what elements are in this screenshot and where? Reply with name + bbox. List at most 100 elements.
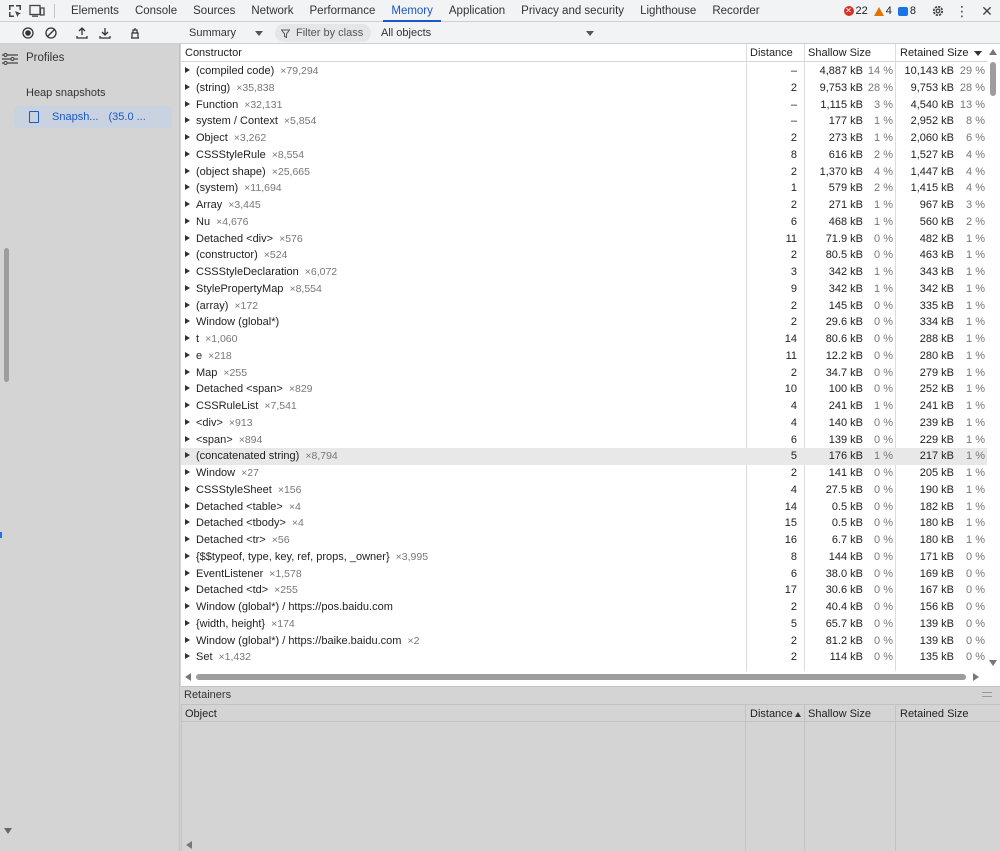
table-row[interactable]: CSSStyleDeclaration ×6,072 3 342 kB 1 % 343 k… bbox=[181, 264, 987, 281]
device-toolbar-icon[interactable] bbox=[26, 0, 48, 22]
table-row[interactable]: Array ×3,445 2 271 kB 1 % 967 kB 3 % bbox=[181, 197, 987, 214]
expand-arrow-icon[interactable] bbox=[185, 251, 190, 258]
column-shallow-size[interactable]: Shallow Size bbox=[804, 44, 871, 62]
column-distance[interactable]: Distance bbox=[746, 44, 793, 62]
tab-recorder[interactable]: Recorder bbox=[704, 0, 767, 22]
tab-network[interactable]: Network bbox=[243, 0, 301, 22]
expand-arrow-icon[interactable] bbox=[185, 134, 190, 141]
scrollbar-thumb[interactable] bbox=[196, 674, 966, 680]
expand-arrow-icon[interactable] bbox=[185, 418, 190, 425]
table-row[interactable]: {width, height} ×174 5 65.7 kB 0 % 139 kB 0 % bbox=[181, 616, 987, 633]
table-row[interactable]: (constructor) ×524 2 80.5 kB 0 % 463 kB 1 % bbox=[181, 247, 987, 264]
table-row[interactable]: Detached <div> ×576 11 71.9 kB 0 % 482 kB 1 % bbox=[181, 231, 987, 248]
expand-arrow-icon[interactable] bbox=[185, 603, 190, 610]
expand-arrow-icon[interactable] bbox=[185, 569, 190, 576]
expand-arrow-icon[interactable] bbox=[185, 100, 190, 107]
expand-arrow-icon[interactable] bbox=[185, 619, 190, 626]
column-distance[interactable]: Distance bbox=[746, 705, 801, 723]
expand-arrow-icon[interactable] bbox=[185, 167, 190, 174]
expand-arrow-icon[interactable] bbox=[185, 385, 190, 392]
expand-arrow-icon[interactable] bbox=[185, 536, 190, 543]
more-options-icon[interactable]: ⋮ bbox=[951, 0, 973, 22]
expand-arrow-icon[interactable] bbox=[185, 452, 190, 459]
table-row[interactable]: t ×1,060 14 80.6 kB 0 % 288 kB 1 % bbox=[181, 331, 987, 348]
table-row[interactable]: system / Context ×5,854 – 177 kB 1 % 2,952 kB… bbox=[181, 113, 987, 130]
table-row[interactable]: Detached <span> ×829 10 100 kB 0 % 252 kB 1 % bbox=[181, 381, 987, 398]
column-retained-size[interactable]: Retained Size bbox=[896, 44, 969, 62]
expand-arrow-icon[interactable] bbox=[185, 117, 190, 124]
expand-arrow-icon[interactable] bbox=[185, 201, 190, 208]
expand-arrow-icon[interactable] bbox=[185, 234, 190, 241]
table-row[interactable]: Window (global*) / https://pos.baidu.com… bbox=[181, 599, 987, 616]
tab-privacy-and-security[interactable]: Privacy and security bbox=[513, 0, 632, 22]
expand-arrow-icon[interactable] bbox=[185, 284, 190, 291]
expand-arrow-icon[interactable] bbox=[185, 184, 190, 191]
collect-garbage-icon[interactable] bbox=[124, 22, 146, 44]
table-row[interactable]: Window (global*) 2 29.6 kB 0 % 334 kB 1 % bbox=[181, 314, 987, 331]
table-vertical-scrollbar[interactable] bbox=[987, 44, 1000, 686]
scroll-left-icon[interactable] bbox=[186, 841, 192, 849]
table-row[interactable]: Detached <tr> ×56 16 6.7 kB 0 % 180 kB 1 % bbox=[181, 532, 987, 549]
issues-counter[interactable]: ✕ 22 4 8 bbox=[843, 0, 916, 22]
table-row[interactable]: Window ×27 2 141 kB 0 % 205 kB 1 % bbox=[181, 465, 987, 482]
tab-lighthouse[interactable]: Lighthouse bbox=[632, 0, 704, 22]
table-row[interactable]: CSSStyleRule ×8,554 8 616 kB 2 % 1,527 kB 4 % bbox=[181, 147, 987, 164]
resize-grip-icon[interactable] bbox=[982, 692, 992, 697]
close-devtools-icon[interactable]: ✕ bbox=[976, 0, 998, 22]
scroll-right-icon[interactable] bbox=[973, 673, 979, 681]
table-row[interactable]: CSSStyleSheet ×156 4 27.5 kB 0 % 190 kB 1 % bbox=[181, 482, 987, 499]
view-select[interactable]: Summary bbox=[183, 22, 269, 44]
load-profile-icon[interactable] bbox=[71, 22, 93, 44]
table-row[interactable]: <span> ×894 6 139 kB 0 % 229 kB 1 % bbox=[181, 432, 987, 449]
table-row[interactable]: e ×218 11 12.2 kB 0 % 280 kB 1 % bbox=[181, 348, 987, 365]
scroll-left-icon[interactable] bbox=[185, 673, 191, 681]
scroll-down-icon[interactable] bbox=[989, 660, 997, 666]
expand-arrow-icon[interactable] bbox=[185, 335, 190, 342]
table-row[interactable]: (object shape) ×25,665 2 1,370 kB 4 % 1,447 k… bbox=[181, 164, 987, 181]
table-row[interactable]: (system) ×11,694 1 579 kB 2 % 1,415 kB 4 % bbox=[181, 180, 987, 197]
expand-arrow-icon[interactable] bbox=[185, 83, 190, 90]
expand-arrow-icon[interactable] bbox=[185, 150, 190, 157]
table-row[interactable]: (array) ×172 2 145 kB 0 % 335 kB 1 % bbox=[181, 298, 987, 315]
scroll-down-icon[interactable] bbox=[4, 828, 12, 834]
table-row[interactable]: Object ×3,262 2 273 kB 1 % 2,060 kB 6 % bbox=[181, 130, 987, 147]
sidebar-scrollbar[interactable] bbox=[4, 248, 9, 382]
clear-icon[interactable] bbox=[40, 22, 62, 44]
tab-sources[interactable]: Sources bbox=[185, 0, 243, 22]
table-row[interactable]: Detached <table> ×4 14 0.5 kB 0 % 182 kB 1 % bbox=[181, 499, 987, 516]
expand-arrow-icon[interactable] bbox=[185, 502, 190, 509]
column-retained-size[interactable]: Retained Size bbox=[896, 705, 969, 723]
table-row[interactable]: (string) ×35,838 2 9,753 kB 28 % 9,753 kB 28 % bbox=[181, 80, 987, 97]
table-row[interactable]: {$$typeof, type, key, ref, props, _owner… bbox=[181, 549, 987, 566]
table-row[interactable]: Nu ×4,676 6 468 kB 1 % 560 kB 2 % bbox=[181, 214, 987, 231]
expand-arrow-icon[interactable] bbox=[185, 653, 190, 660]
expand-arrow-icon[interactable] bbox=[185, 301, 190, 308]
expand-arrow-icon[interactable] bbox=[185, 351, 190, 358]
table-row[interactable]: <div> ×913 4 140 kB 0 % 239 kB 1 % bbox=[181, 415, 987, 432]
expand-arrow-icon[interactable] bbox=[185, 586, 190, 593]
scrollbar-thumb[interactable] bbox=[990, 62, 996, 96]
table-row[interactable]: Detached <td> ×255 17 30.6 kB 0 % 167 kB 0 % bbox=[181, 582, 987, 599]
expand-arrow-icon[interactable] bbox=[185, 485, 190, 492]
record-icon[interactable] bbox=[17, 22, 39, 44]
expand-arrow-icon[interactable] bbox=[185, 636, 190, 643]
table-row[interactable]: StylePropertyMap ×8,554 9 342 kB 1 % 342 kB 1 … bbox=[181, 281, 987, 298]
expand-arrow-icon[interactable] bbox=[185, 435, 190, 442]
tab-application[interactable]: Application bbox=[441, 0, 513, 22]
settings-gear-icon[interactable] bbox=[927, 0, 949, 22]
objects-select[interactable]: All objects bbox=[376, 22, 600, 44]
table-row[interactable]: Map ×255 2 34.7 kB 0 % 279 kB 1 % bbox=[181, 365, 987, 382]
expand-arrow-icon[interactable] bbox=[185, 402, 190, 409]
save-profile-icon[interactable] bbox=[94, 22, 116, 44]
table-row[interactable]: Window (global*) / https://baike.baidu.c… bbox=[181, 633, 987, 650]
expand-arrow-icon[interactable] bbox=[185, 67, 190, 74]
tab-elements[interactable]: Elements bbox=[63, 0, 127, 22]
expand-arrow-icon[interactable] bbox=[185, 318, 190, 325]
table-row[interactable]: CSSRuleList ×7,541 4 241 kB 1 % 241 kB 1 % bbox=[181, 398, 987, 415]
expand-arrow-icon[interactable] bbox=[185, 268, 190, 275]
tab-console[interactable]: Console bbox=[127, 0, 185, 22]
class-filter-input[interactable]: Filter by class bbox=[275, 24, 371, 42]
tab-performance[interactable]: Performance bbox=[302, 0, 384, 22]
snapshot-item[interactable]: Snapsh... (35.0 ... bbox=[14, 106, 172, 128]
column-shallow-size[interactable]: Shallow Size bbox=[804, 705, 871, 723]
